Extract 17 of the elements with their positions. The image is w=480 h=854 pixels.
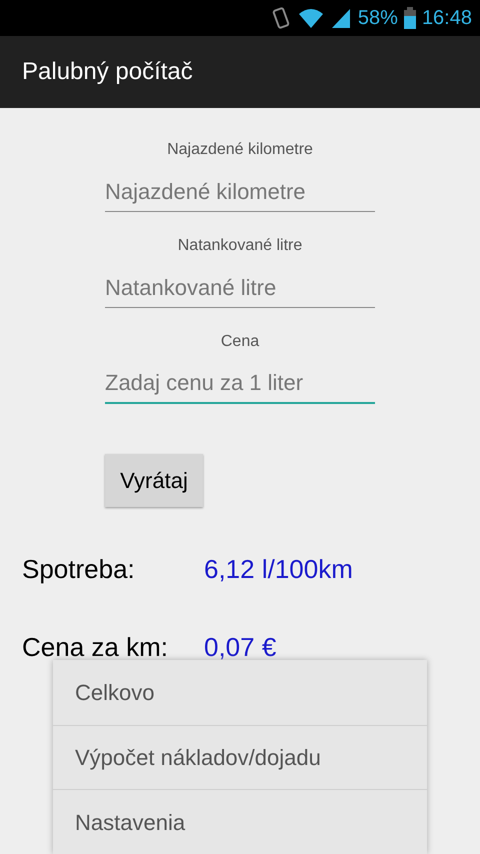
field-label: Natankované litre <box>176 236 304 256</box>
result-value: 6,12 l/100km <box>204 552 353 586</box>
menu-item[interactable]: Nastavenia <box>53 789 427 854</box>
wifi-icon <box>298 7 324 29</box>
battery-icon <box>404 7 416 29</box>
input-field[interactable]: Najazdené kilometre <box>105 172 375 212</box>
battery-level: 58% <box>358 6 398 31</box>
signal-icon <box>330 7 352 29</box>
result-label: Spotreba: <box>21 552 136 586</box>
field-label: Najazdené kilometre <box>166 140 314 160</box>
calculate-button[interactable]: Vyrátaj <box>105 454 203 507</box>
input-field[interactable]: Natankované litre <box>105 268 375 308</box>
app-title: Palubný počítač <box>22 57 193 87</box>
input-field[interactable]: Zadaj cenu za 1 liter <box>105 364 375 404</box>
menu-item[interactable]: Výpočet nákladov/dojadu <box>53 724 427 790</box>
field-label: Cena <box>220 332 260 352</box>
clock: 16:48 <box>422 6 472 31</box>
